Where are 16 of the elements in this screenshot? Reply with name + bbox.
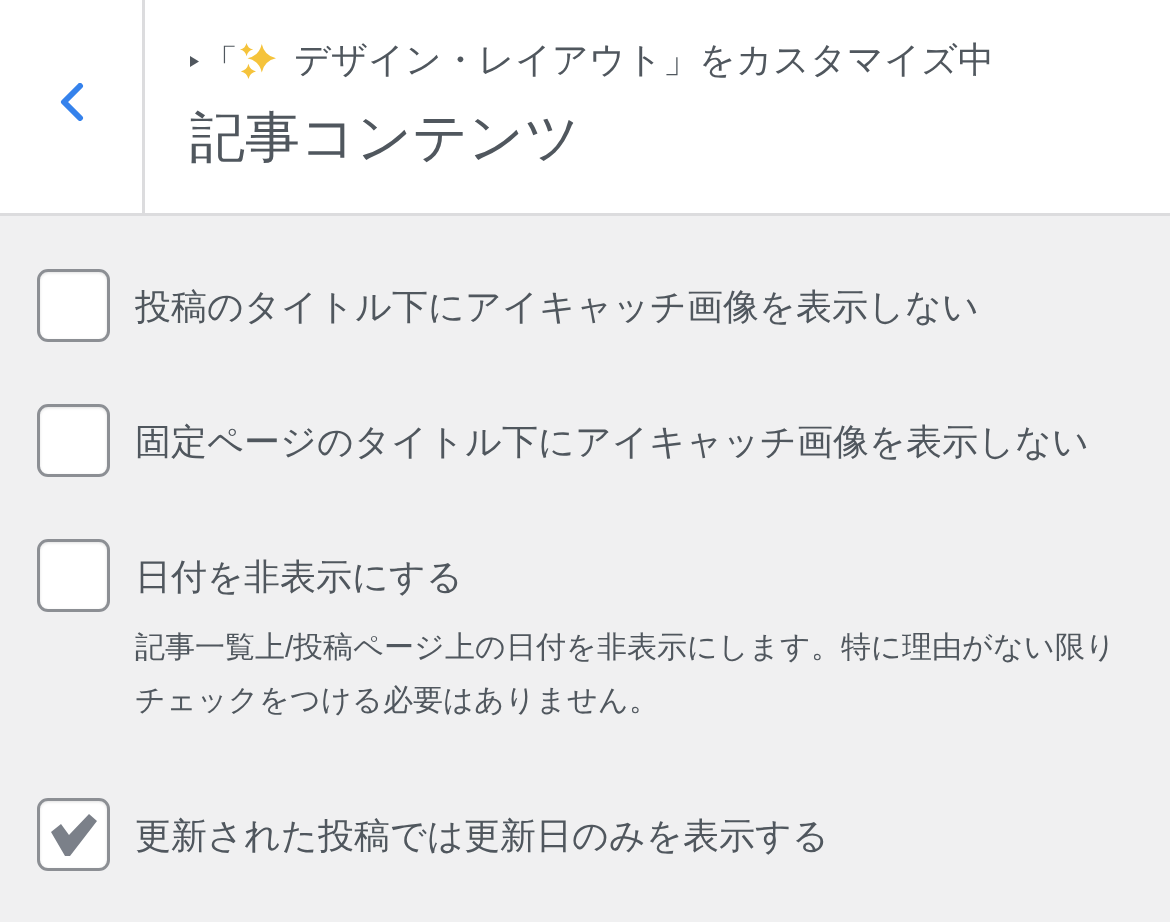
section-title: 記事コンテンツ — [190, 110, 581, 165]
option-description: 記事一覧上/投稿ページ上の日付を非表示にします。特に理由がない限りチェックをつける必要はありません。 — [135, 629, 1118, 718]
checkbox[interactable] — [37, 798, 110, 871]
sparkles-icon — [238, 42, 276, 80]
checkbox[interactable] — [37, 269, 110, 342]
checkbox[interactable] — [37, 539, 110, 612]
checkbox[interactable] — [37, 404, 110, 477]
checkbox-label: 更新された投稿では更新日のみを表示する — [135, 818, 829, 855]
chevron-left-icon — [58, 82, 84, 121]
breadcrumb-bracket: 「 — [203, 43, 238, 79]
triangle-icon — [190, 55, 199, 67]
checkbox-label: 固定ページのタイトル下にアイキャッチ画像を表示しない — [135, 424, 1089, 461]
checkbox-label: 投稿のタイトル下にアイキャッチ画像を表示しない — [135, 289, 979, 326]
checkbox-label: 日付を非表示にする — [135, 559, 463, 596]
checkmark-icon — [50, 813, 97, 856]
breadcrumb-text: デザイン・レイアウト」をカスタマイズ中 — [294, 43, 994, 79]
